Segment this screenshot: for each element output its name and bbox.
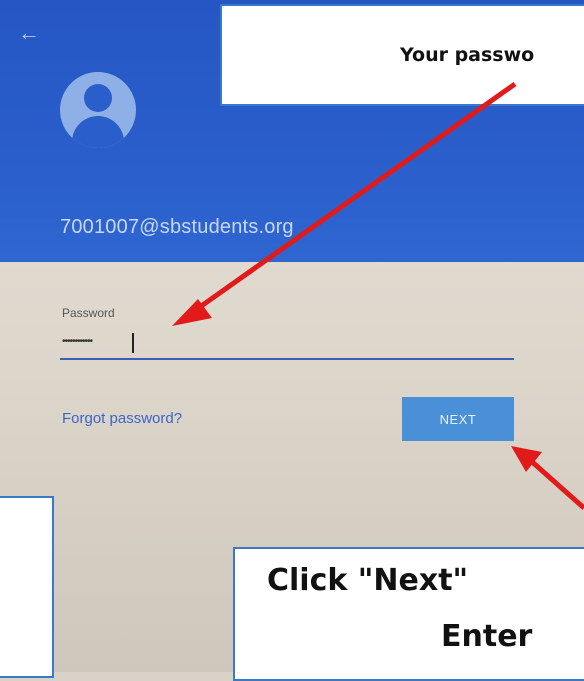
- arrow-to-password: [188, 81, 517, 317]
- annotation-arrows: [172, 81, 584, 510]
- arrow-to-next: [528, 458, 584, 510]
